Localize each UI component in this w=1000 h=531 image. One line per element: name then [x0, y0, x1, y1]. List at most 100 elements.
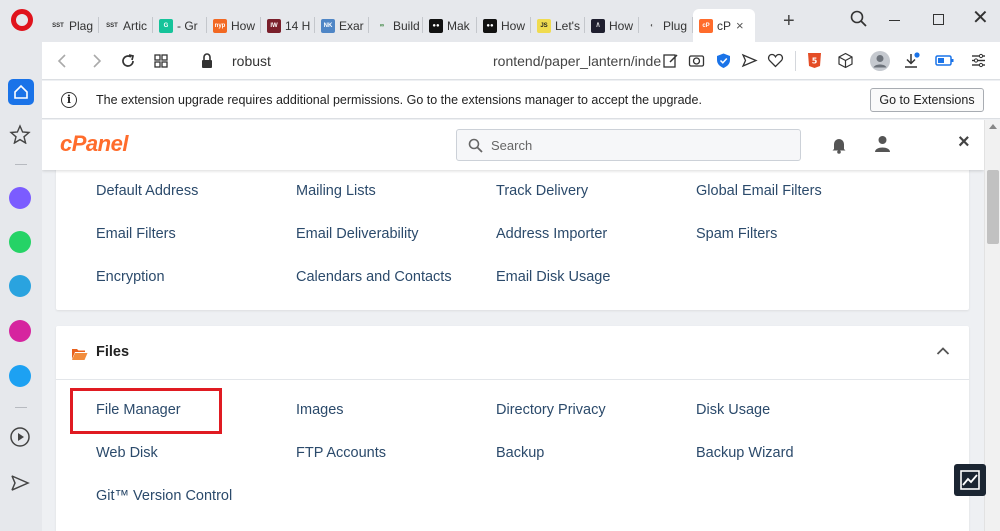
reload-icon[interactable] — [119, 52, 137, 70]
files-section-header[interactable]: Files — [56, 326, 969, 380]
battery-saver-icon[interactable] — [935, 52, 955, 69]
folder-open-icon — [72, 349, 88, 360]
link-email-deliverability[interactable]: Email Deliverability — [296, 226, 418, 242]
send-flow-icon[interactable] — [9, 472, 31, 494]
html5-extension-icon[interactable]: 5 — [806, 52, 823, 69]
link-mailing-lists[interactable]: Mailing Lists — [296, 183, 376, 199]
notifications-bell-icon[interactable] — [831, 136, 847, 154]
cpanel-logo[interactable]: cPanel — [60, 131, 128, 157]
player-icon[interactable] — [9, 426, 31, 448]
cpanel-search-box[interactable] — [456, 129, 801, 161]
tab-title: - Gr — [177, 18, 198, 33]
browser-tab[interactable]: ●● How — [477, 9, 531, 42]
link-address-importer[interactable]: Address Importer — [496, 226, 607, 242]
browser-tab[interactable]: ●● Mak — [423, 9, 477, 42]
browser-tab[interactable]: nyp How — [207, 9, 261, 42]
link-spam-filters[interactable]: Spam Filters — [696, 226, 777, 242]
statistics-toggle-button[interactable] — [954, 464, 986, 496]
link-backup[interactable]: Backup — [496, 445, 544, 461]
search-tabs-icon[interactable] — [850, 10, 868, 28]
tab-title: Plug — [663, 18, 688, 33]
instagram-icon[interactable] — [9, 320, 31, 342]
home-icon[interactable] — [8, 79, 34, 105]
close-tab-button[interactable]: × — [736, 18, 744, 33]
send-page-icon[interactable] — [741, 52, 758, 69]
tab-title: Artic — [123, 18, 147, 33]
profile-avatar-icon[interactable] — [869, 50, 891, 72]
go-to-extensions-button[interactable]: Go to Extensions — [870, 88, 984, 112]
browser-tab[interactable]: /\ How — [585, 9, 639, 42]
messenger-icon[interactable] — [9, 187, 31, 209]
link-web-disk[interactable]: Web Disk — [96, 445, 158, 461]
link-calendars-and-contacts[interactable]: Calendars and Contacts — [296, 269, 452, 285]
url-host-text[interactable]: robust — [232, 53, 271, 69]
close-icon[interactable]: × — [958, 132, 970, 152]
files-section-title: Files — [96, 344, 130, 360]
browser-tab[interactable]: SST Plag — [45, 9, 99, 42]
page-scrollbar[interactable] — [984, 120, 1000, 531]
link-ftp-accounts[interactable]: FTP Accounts — [296, 445, 386, 461]
browser-tab[interactable]: cP cP × — [693, 9, 755, 42]
tab-title: Build — [393, 18, 420, 33]
tab-grid-icon[interactable] — [152, 52, 170, 70]
forward-arrow-icon[interactable] — [87, 52, 105, 70]
tab-title: Plag — [69, 18, 94, 33]
link-disk-usage[interactable]: Disk Usage — [696, 402, 770, 418]
vpn-shield-icon[interactable] — [715, 52, 732, 69]
scrollbar-thumb[interactable] — [987, 170, 999, 244]
extension-upgrade-notice: i The extension upgrade requires additio… — [42, 81, 1000, 119]
cpanel-page: cPanel × Default Address Mailing Lists T… — [42, 120, 984, 531]
new-tab-button[interactable]: + — [783, 11, 795, 31]
search-input[interactable] — [491, 136, 791, 154]
link-directory-privacy[interactable]: Directory Privacy — [496, 402, 606, 418]
browser-tab[interactable]: JS Let's — [531, 9, 585, 42]
edit-page-icon[interactable] — [662, 52, 679, 69]
tab-favicon-icon: /\ — [591, 18, 605, 33]
close-window-button[interactable]: ✕ — [972, 8, 989, 28]
bookmarks-star-icon[interactable] — [9, 124, 31, 146]
browser-tab[interactable]: SST Artic — [99, 9, 153, 42]
downloads-icon[interactable] — [902, 52, 920, 70]
easy-setup-menu-icon[interactable] — [970, 52, 987, 69]
lock-icon[interactable] — [200, 52, 214, 70]
browser-sidebar — [0, 42, 42, 531]
tab-list: SST Plag SST Artic G - Gr nyp How IW 14 H NK Exar ∞ B… — [45, 9, 755, 42]
files-section-card: Files File Manager Images Directory Priv… — [56, 326, 969, 531]
chevron-up-icon[interactable] — [936, 346, 950, 356]
search-icon — [468, 138, 483, 153]
link-email-disk-usage[interactable]: Email Disk Usage — [496, 269, 610, 285]
heart-icon[interactable] — [767, 52, 784, 69]
back-arrow-icon[interactable] — [54, 52, 72, 70]
twitter-icon[interactable] — [9, 365, 31, 387]
link-encryption[interactable]: Encryption — [96, 269, 165, 285]
user-account-icon[interactable] — [874, 135, 891, 153]
scroll-up-arrow-icon[interactable] — [989, 124, 997, 129]
link-images[interactable]: Images — [296, 402, 344, 418]
link-backup-wizard[interactable]: Backup Wizard — [696, 445, 794, 461]
whatsapp-icon[interactable] — [9, 231, 31, 253]
tab-favicon-icon: ●● — [483, 18, 497, 33]
browser-tab[interactable]: IW 14 H — [261, 9, 315, 42]
url-path-text[interactable]: rontend/paper_lantern/inde — [493, 53, 661, 69]
browser-tab[interactable]: G - Gr — [153, 9, 207, 42]
opera-logo-icon[interactable] — [11, 9, 33, 31]
cube-extension-icon[interactable] — [837, 52, 854, 69]
camera-icon[interactable] — [688, 52, 705, 69]
sidebar-divider — [15, 407, 27, 408]
telegram-icon[interactable] — [9, 275, 31, 297]
maximize-window-button[interactable] — [933, 14, 944, 25]
browser-tab[interactable]: ◐ Plug — [639, 9, 693, 42]
link-email-filters[interactable]: Email Filters — [96, 226, 176, 242]
tab-favicon-icon: JS — [537, 18, 551, 33]
browser-tab[interactable]: NK Exar — [315, 9, 369, 42]
tab-favicon-icon: ◐ — [645, 18, 659, 33]
link-global-email-filters[interactable]: Global Email Filters — [696, 183, 822, 199]
minimize-window-button[interactable] — [889, 20, 900, 21]
tab-title: How — [501, 18, 526, 33]
link-git-version-control[interactable]: Git™ Version Control — [96, 488, 232, 504]
link-default-address[interactable]: Default Address — [96, 183, 198, 199]
tab-title: 14 H — [285, 18, 311, 33]
link-track-delivery[interactable]: Track Delivery — [496, 183, 588, 199]
browser-tab[interactable]: ∞ Build — [369, 9, 423, 42]
cpanel-header: cPanel × — [42, 120, 984, 170]
